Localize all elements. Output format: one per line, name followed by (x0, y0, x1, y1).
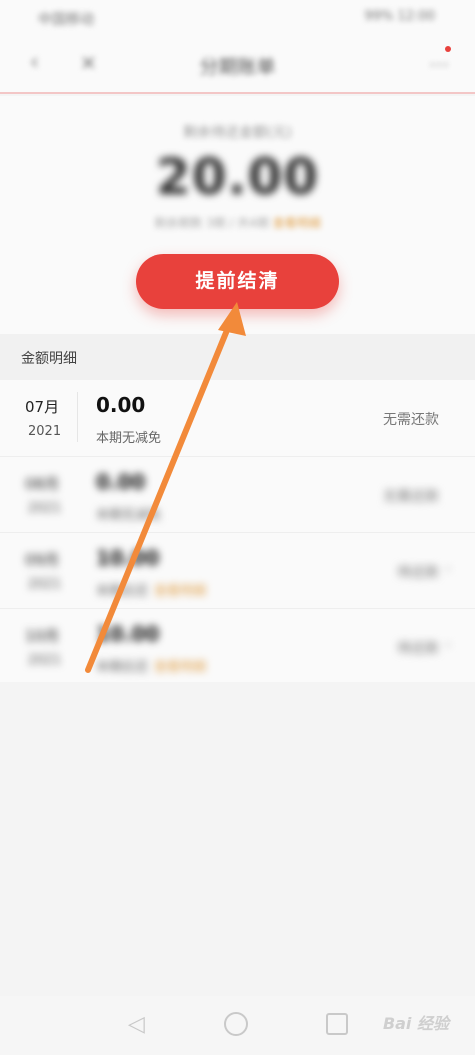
remaining-amount: 20.00 (155, 148, 320, 206)
status-bar: 中国移动 99% 12:00 (0, 0, 475, 38)
page-title: 分期账单 (199, 56, 276, 78)
amount-value: 0.00 (96, 470, 146, 494)
item-description: 本期应还 查看明细 (96, 656, 206, 675)
status-text: 待还款 (397, 565, 439, 581)
status-text: 无需还款 (383, 412, 439, 428)
chevron-right-icon: › (445, 561, 451, 577)
month-label: 07月 (25, 398, 60, 416)
system-back-icon[interactable]: ◁ (128, 1012, 145, 1037)
notification-dot (445, 46, 451, 52)
section-header: 金额明细 (0, 334, 475, 380)
month-label: 09月 (25, 551, 60, 569)
system-home-icon[interactable] (224, 1012, 248, 1036)
item-description: 本期应还 查看明细 (96, 580, 206, 599)
watermark-logo: Bai 经验 (382, 1014, 449, 1033)
carrier-text: 中国移动 (38, 12, 94, 28)
description-text: 本期应还 (96, 660, 149, 675)
nav-bar: ‹ ✕ 分期账单 ⋯ (0, 38, 475, 94)
year-label: 2021 (28, 653, 62, 668)
year-label: 2021 (28, 501, 62, 516)
view-detail-link[interactable]: 查看明细 (273, 216, 321, 230)
chevron-right-icon: › (445, 637, 451, 653)
status-text: 待还款 (397, 641, 439, 657)
month-label: 10月 (25, 627, 60, 645)
amount-value: 10.00 (96, 546, 160, 570)
description-text: 本期应还 (96, 584, 149, 599)
detail-tag[interactable]: 查看明细 (154, 584, 206, 599)
year-label: 2021 (28, 424, 62, 439)
list-item[interactable]: 09月 2021 10.00 本期应还 查看明细 待还款 › (0, 533, 475, 609)
amount-value: 0.00 (96, 393, 146, 417)
more-icon[interactable]: ⋯ (429, 52, 449, 76)
installment-list: 07月 2021 0.00 本期无减免 无需还款 08月 2021 0.00 本… (0, 380, 475, 682)
system-navigation-bar: ◁ Bai 经验 (0, 996, 475, 1055)
list-item[interactable]: 07月 2021 0.00 本期无减免 无需还款 (0, 380, 475, 456)
month-label: 08月 (25, 475, 60, 493)
system-recent-apps-icon[interactable] (326, 1013, 348, 1035)
item-description: 本期无减免 (96, 427, 161, 446)
detail-tag[interactable]: 查看明细 (154, 660, 206, 675)
early-payoff-button[interactable]: 提前结清 (136, 254, 339, 309)
year-label: 2021 (28, 577, 62, 592)
list-item[interactable]: 10月 2021 10.00 本期应还 查看明细 待还款 › (0, 609, 475, 685)
status-text: 无需还款 (383, 489, 439, 505)
description-text: 本期无减免 (96, 431, 162, 446)
list-item[interactable]: 08月 2021 0.00 本期无减免 无需还款 (0, 457, 475, 533)
battery-time-text: 99% 12:00 (364, 9, 436, 24)
remaining-periods-text: 剩余期数 3期 / 共4期 (154, 216, 269, 230)
section-title: 金额明细 (21, 351, 77, 367)
remaining-periods-note: 剩余期数 3期 / 共4期 查看明细 (0, 214, 475, 231)
amount-value: 10.00 (96, 622, 160, 646)
divider (77, 392, 78, 442)
item-description: 本期无减免 (96, 504, 161, 523)
remaining-amount-label: 剩余待还金额(元) (183, 125, 292, 141)
description-text: 本期无减免 (96, 508, 162, 523)
